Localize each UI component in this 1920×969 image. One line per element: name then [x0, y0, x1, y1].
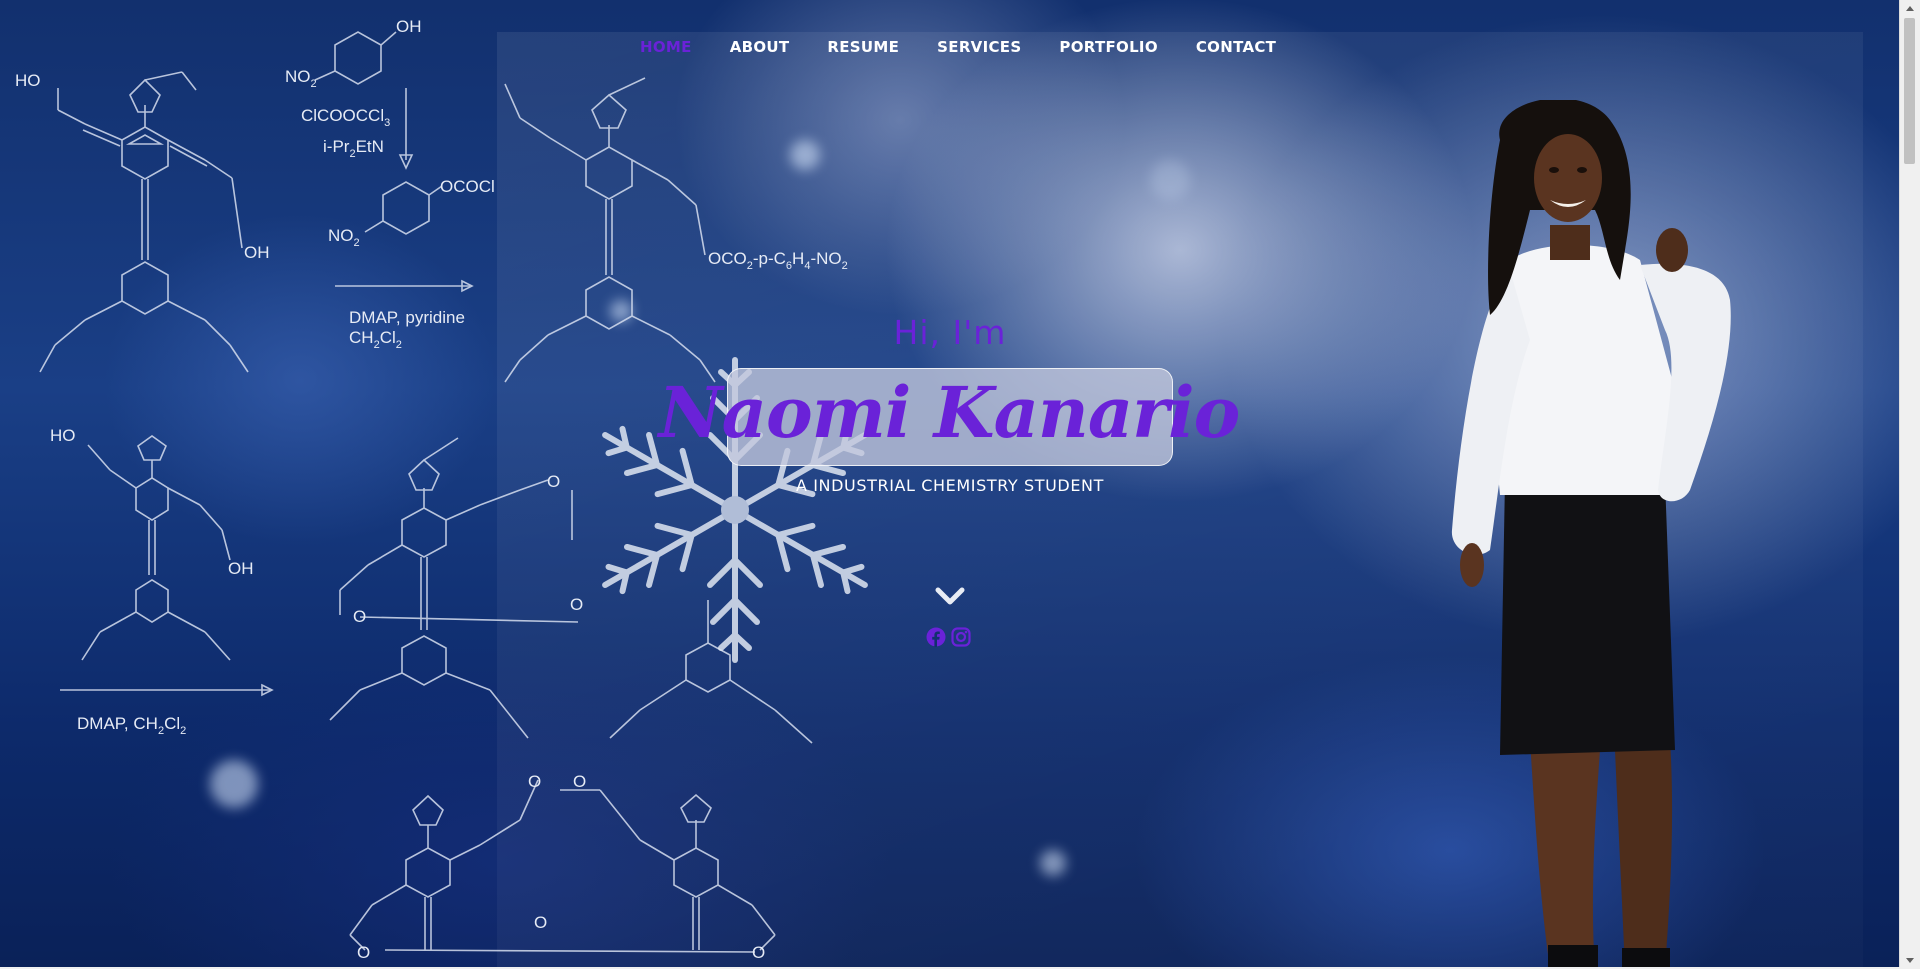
chem-label-o: O	[353, 607, 366, 626]
chem-label-dmap-ch2cl2: DMAP, CH2Cl2	[77, 714, 186, 737]
facebook-icon[interactable]	[926, 627, 946, 647]
chem-label-oh-mid: OH	[228, 559, 254, 578]
bokeh-light	[1040, 850, 1066, 876]
main-navigation: HOME ABOUT RESUME SERVICES PORTFOLIO CON…	[640, 38, 1314, 60]
hero-greeting: Hi, I'm	[893, 313, 1007, 352]
hero-subtitle: A INDUSTRIAL CHEMISTRY STUDENT	[796, 476, 1104, 495]
scroll-up-arrow-icon[interactable]	[1904, 3, 1916, 15]
chem-label-oco2: OCO2-p-C6H4-NO2	[708, 249, 848, 272]
nav-item-services[interactable]: SERVICES	[937, 38, 1021, 60]
chem-label-o: O	[752, 943, 765, 962]
chevron-down-icon[interactable]	[934, 585, 966, 607]
profile-photo	[1451, 100, 1731, 969]
page: OH NO2 ClCOOCCl3 i-Pr2EtN OCOCl NO2 DMAP…	[0, 0, 1920, 969]
scroll-down-arrow-icon[interactable]	[1904, 954, 1916, 966]
nav-item-contact[interactable]: CONTACT	[1196, 38, 1276, 60]
scrollbar-thumb[interactable]	[1904, 18, 1915, 164]
chem-label-ococl: OCOCl	[440, 177, 495, 196]
chem-label-oh-top: OH	[396, 17, 422, 36]
chem-label-o: O	[534, 913, 547, 932]
chem-label-ch2cl2: CH2Cl2	[349, 328, 402, 351]
instagram-icon[interactable]	[951, 627, 971, 647]
chem-label-ho-left: HO	[15, 71, 41, 90]
social-links	[926, 627, 971, 647]
bokeh-light	[1150, 160, 1190, 200]
chem-label-o: O	[573, 772, 586, 791]
chem-label-dmap-pyridine: DMAP, pyridine	[349, 308, 465, 327]
chem-label-o: O	[528, 772, 541, 791]
hero-name: Naomi Kanario	[658, 370, 1241, 454]
nav-item-home[interactable]: HOME	[640, 38, 692, 60]
chem-label-reagent-2: i-Pr2EtN	[323, 137, 384, 160]
vertical-scrollbar[interactable]	[1899, 0, 1920, 969]
nav-item-portfolio[interactable]: PORTFOLIO	[1059, 38, 1157, 60]
chem-label-oh-right: OH	[244, 243, 270, 262]
chem-label-o: O	[357, 943, 370, 962]
chem-label-no2-top: NO2	[285, 67, 317, 90]
chem-label-o: O	[547, 472, 560, 491]
nav-item-about[interactable]: ABOUT	[730, 38, 790, 60]
chem-label-ho-mid: HO	[50, 426, 76, 445]
nav-item-resume[interactable]: RESUME	[827, 38, 899, 60]
chem-label-reagent-1: ClCOOCCl3	[301, 106, 390, 129]
chem-label-no2-mid: NO2	[328, 226, 360, 249]
